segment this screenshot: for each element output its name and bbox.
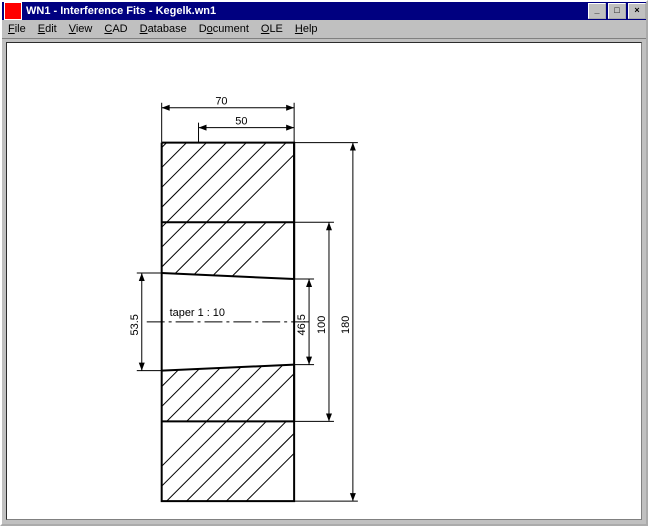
menu-help[interactable]: Help — [295, 23, 318, 35]
technical-drawing: 70 50 53.5 46.5 — [7, 43, 641, 519]
menubar: File Edit View CAD Database Document OLE… — [2, 20, 646, 39]
menu-file[interactable]: File — [8, 23, 26, 35]
menu-ole[interactable]: OLE — [261, 23, 283, 35]
taper-label: taper 1 : 10 — [170, 307, 225, 319]
dim-100: 100 — [316, 316, 328, 334]
window-title: WN1 - Interference Fits - Kegelk.wn1 — [26, 5, 586, 17]
app-icon — [4, 2, 22, 20]
menu-view[interactable]: View — [69, 23, 93, 35]
dim-50: 50 — [235, 116, 247, 128]
menu-edit[interactable]: Edit — [38, 23, 57, 35]
dim-180: 180 — [340, 316, 352, 334]
drawing-canvas: 70 50 53.5 46.5 — [6, 42, 642, 520]
dim-46-5: 46.5 — [296, 314, 308, 335]
dim-70: 70 — [215, 96, 227, 108]
dim-53-5: 53.5 — [129, 314, 141, 335]
maximize-button[interactable]: □ — [608, 3, 626, 19]
menu-document[interactable]: Document — [199, 23, 249, 35]
titlebar: WN1 - Interference Fits - Kegelk.wn1 _ □… — [2, 2, 646, 20]
minimize-button[interactable]: _ — [588, 3, 606, 19]
menu-database[interactable]: Database — [140, 23, 187, 35]
app-window: WN1 - Interference Fits - Kegelk.wn1 _ □… — [0, 0, 648, 526]
menu-cad[interactable]: CAD — [104, 23, 127, 35]
close-button[interactable]: × — [628, 3, 646, 19]
